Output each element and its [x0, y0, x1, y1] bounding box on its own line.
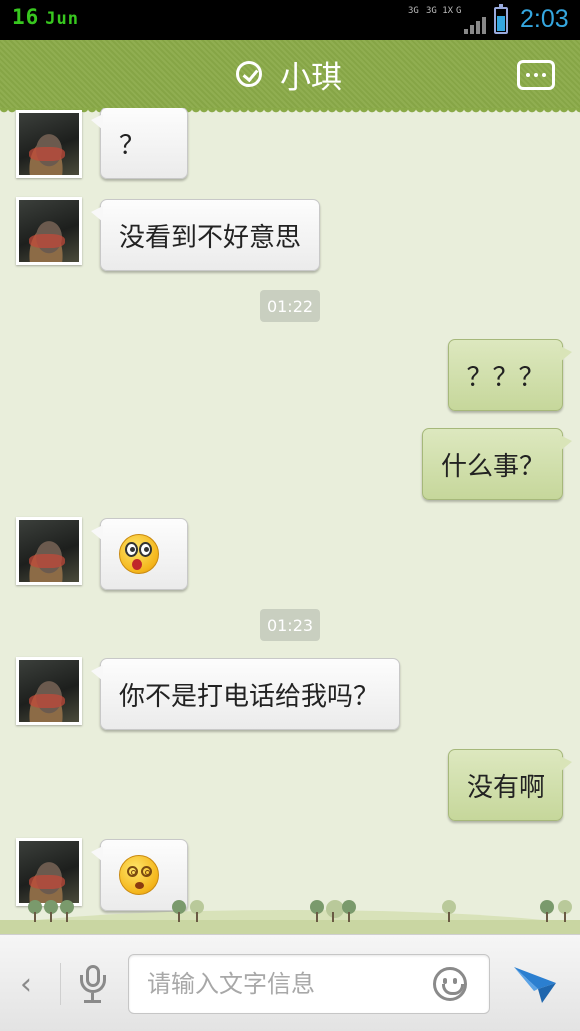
- message-text: 什么事？: [441, 451, 546, 482]
- message-list[interactable]: ？ 没看到不好意思 01:22 ？？？ 什么事？ 01:23 你不是打电话给我吗…: [0, 108, 580, 934]
- timestamp-divider: 01:22: [260, 290, 320, 322]
- more-options-button[interactable]: [517, 60, 555, 90]
- chevron-left-icon[interactable]: ‹: [20, 967, 32, 1002]
- network-indicators: 3G 3G 1X G: [408, 6, 488, 34]
- incoming-message[interactable]: 你不是打电话给我吗？: [91, 658, 400, 730]
- incoming-message[interactable]: 没看到不好意思: [91, 199, 320, 271]
- incoming-message[interactable]: [91, 518, 188, 590]
- message-text: ？？？: [466, 362, 545, 393]
- dizzy-emoji-icon: [119, 855, 159, 895]
- incoming-message[interactable]: ？: [91, 108, 188, 179]
- message-input[interactable]: [147, 955, 427, 1013]
- smiley-icon[interactable]: [433, 967, 467, 1001]
- contact-avatar[interactable]: [16, 517, 82, 585]
- message-text: 你不是打电话给我吗？: [119, 681, 380, 712]
- network-label-3g1x: 3G 1X: [426, 6, 454, 16]
- battery-level: [497, 16, 505, 31]
- outgoing-message[interactable]: 什么事？: [422, 428, 572, 500]
- chat-header: 小琪: [0, 40, 580, 114]
- contact-name: 小琪: [280, 59, 342, 96]
- status-time: 2:03: [520, 5, 569, 33]
- send-arrow-icon[interactable]: [512, 961, 558, 1007]
- incoming-message[interactable]: [91, 839, 188, 911]
- outgoing-message[interactable]: ？？？: [448, 339, 572, 411]
- signal-strength-icon: [464, 16, 488, 34]
- outgoing-message[interactable]: 没有啊: [448, 749, 572, 821]
- status-bar: 16 Jun 3G 3G 1X G 2:03: [0, 0, 580, 40]
- message-text: 没有啊: [467, 772, 546, 803]
- surprised-emoji-icon: [119, 534, 159, 574]
- microphone-icon[interactable]: [78, 965, 108, 1005]
- contact-avatar[interactable]: [16, 657, 82, 725]
- contact-avatar[interactable]: [16, 838, 82, 906]
- message-text: 没看到不好意思: [119, 222, 302, 253]
- message-input-bar: ‹: [0, 934, 580, 1031]
- timestamp-divider: 01:23: [260, 609, 320, 641]
- more-dots-icon: [526, 73, 530, 77]
- network-label-3g: 3G: [408, 6, 419, 16]
- status-date: 16 Jun: [12, 5, 79, 29]
- contact-avatar[interactable]: [16, 197, 82, 265]
- message-text: ？: [119, 130, 146, 161]
- divider: [60, 963, 61, 1005]
- check-circle-icon: [236, 61, 262, 87]
- message-input-box: [128, 954, 490, 1014]
- contact-avatar[interactable]: [16, 110, 82, 178]
- status-month: Jun: [45, 9, 80, 29]
- status-day: 16: [12, 5, 40, 29]
- network-label-g: G: [456, 6, 462, 16]
- battery-icon: [494, 4, 508, 34]
- header-title-group: 小琪: [236, 56, 342, 96]
